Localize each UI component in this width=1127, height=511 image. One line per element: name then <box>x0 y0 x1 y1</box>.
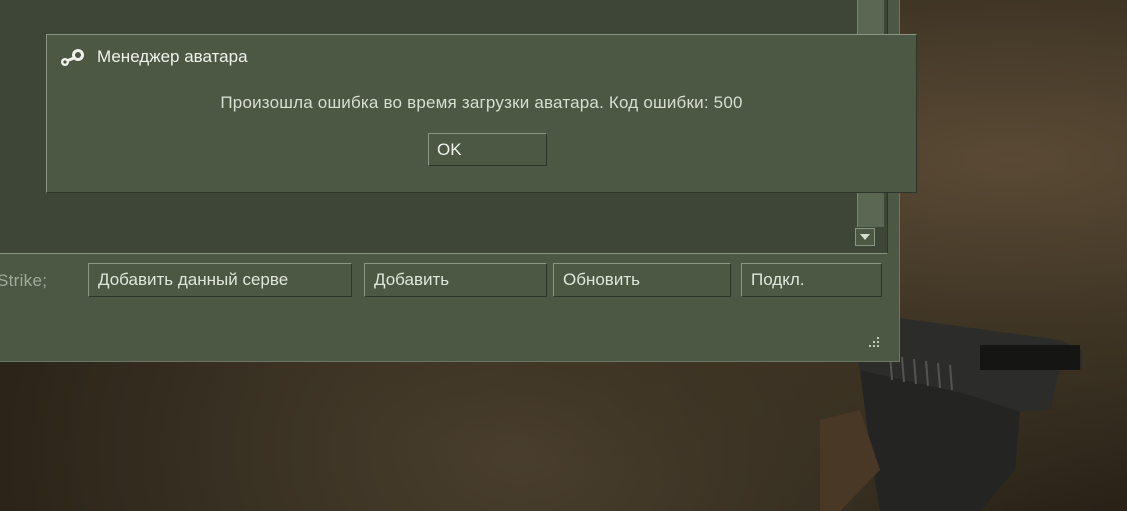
resize-grip-icon[interactable] <box>863 335 881 351</box>
connect-button[interactable]: Подкл. <box>741 263 882 297</box>
game-background: -Strike; Добавить данный серве Добавить … <box>0 0 1127 511</box>
dialog-title-bar[interactable]: Менеджер аватара <box>59 47 248 67</box>
steam-icon <box>61 49 84 66</box>
scroll-down-button[interactable] <box>855 228 875 246</box>
dialog-message: Произошла ошибка во время загрузки авата… <box>220 93 743 112</box>
ok-button[interactable]: OK <box>428 133 547 166</box>
avatar-manager-dialog: Менеджер аватара Произошла ошибка во вре… <box>46 34 917 193</box>
add-current-server-button[interactable]: Добавить данный серве <box>88 263 352 297</box>
chevron-down-icon <box>860 234 870 240</box>
refresh-button[interactable]: Обновить <box>553 263 731 297</box>
add-server-button[interactable]: Добавить <box>364 263 547 297</box>
dialog-title: Менеджер аватара <box>97 47 248 66</box>
game-filter-label: -Strike; <box>0 271 48 290</box>
